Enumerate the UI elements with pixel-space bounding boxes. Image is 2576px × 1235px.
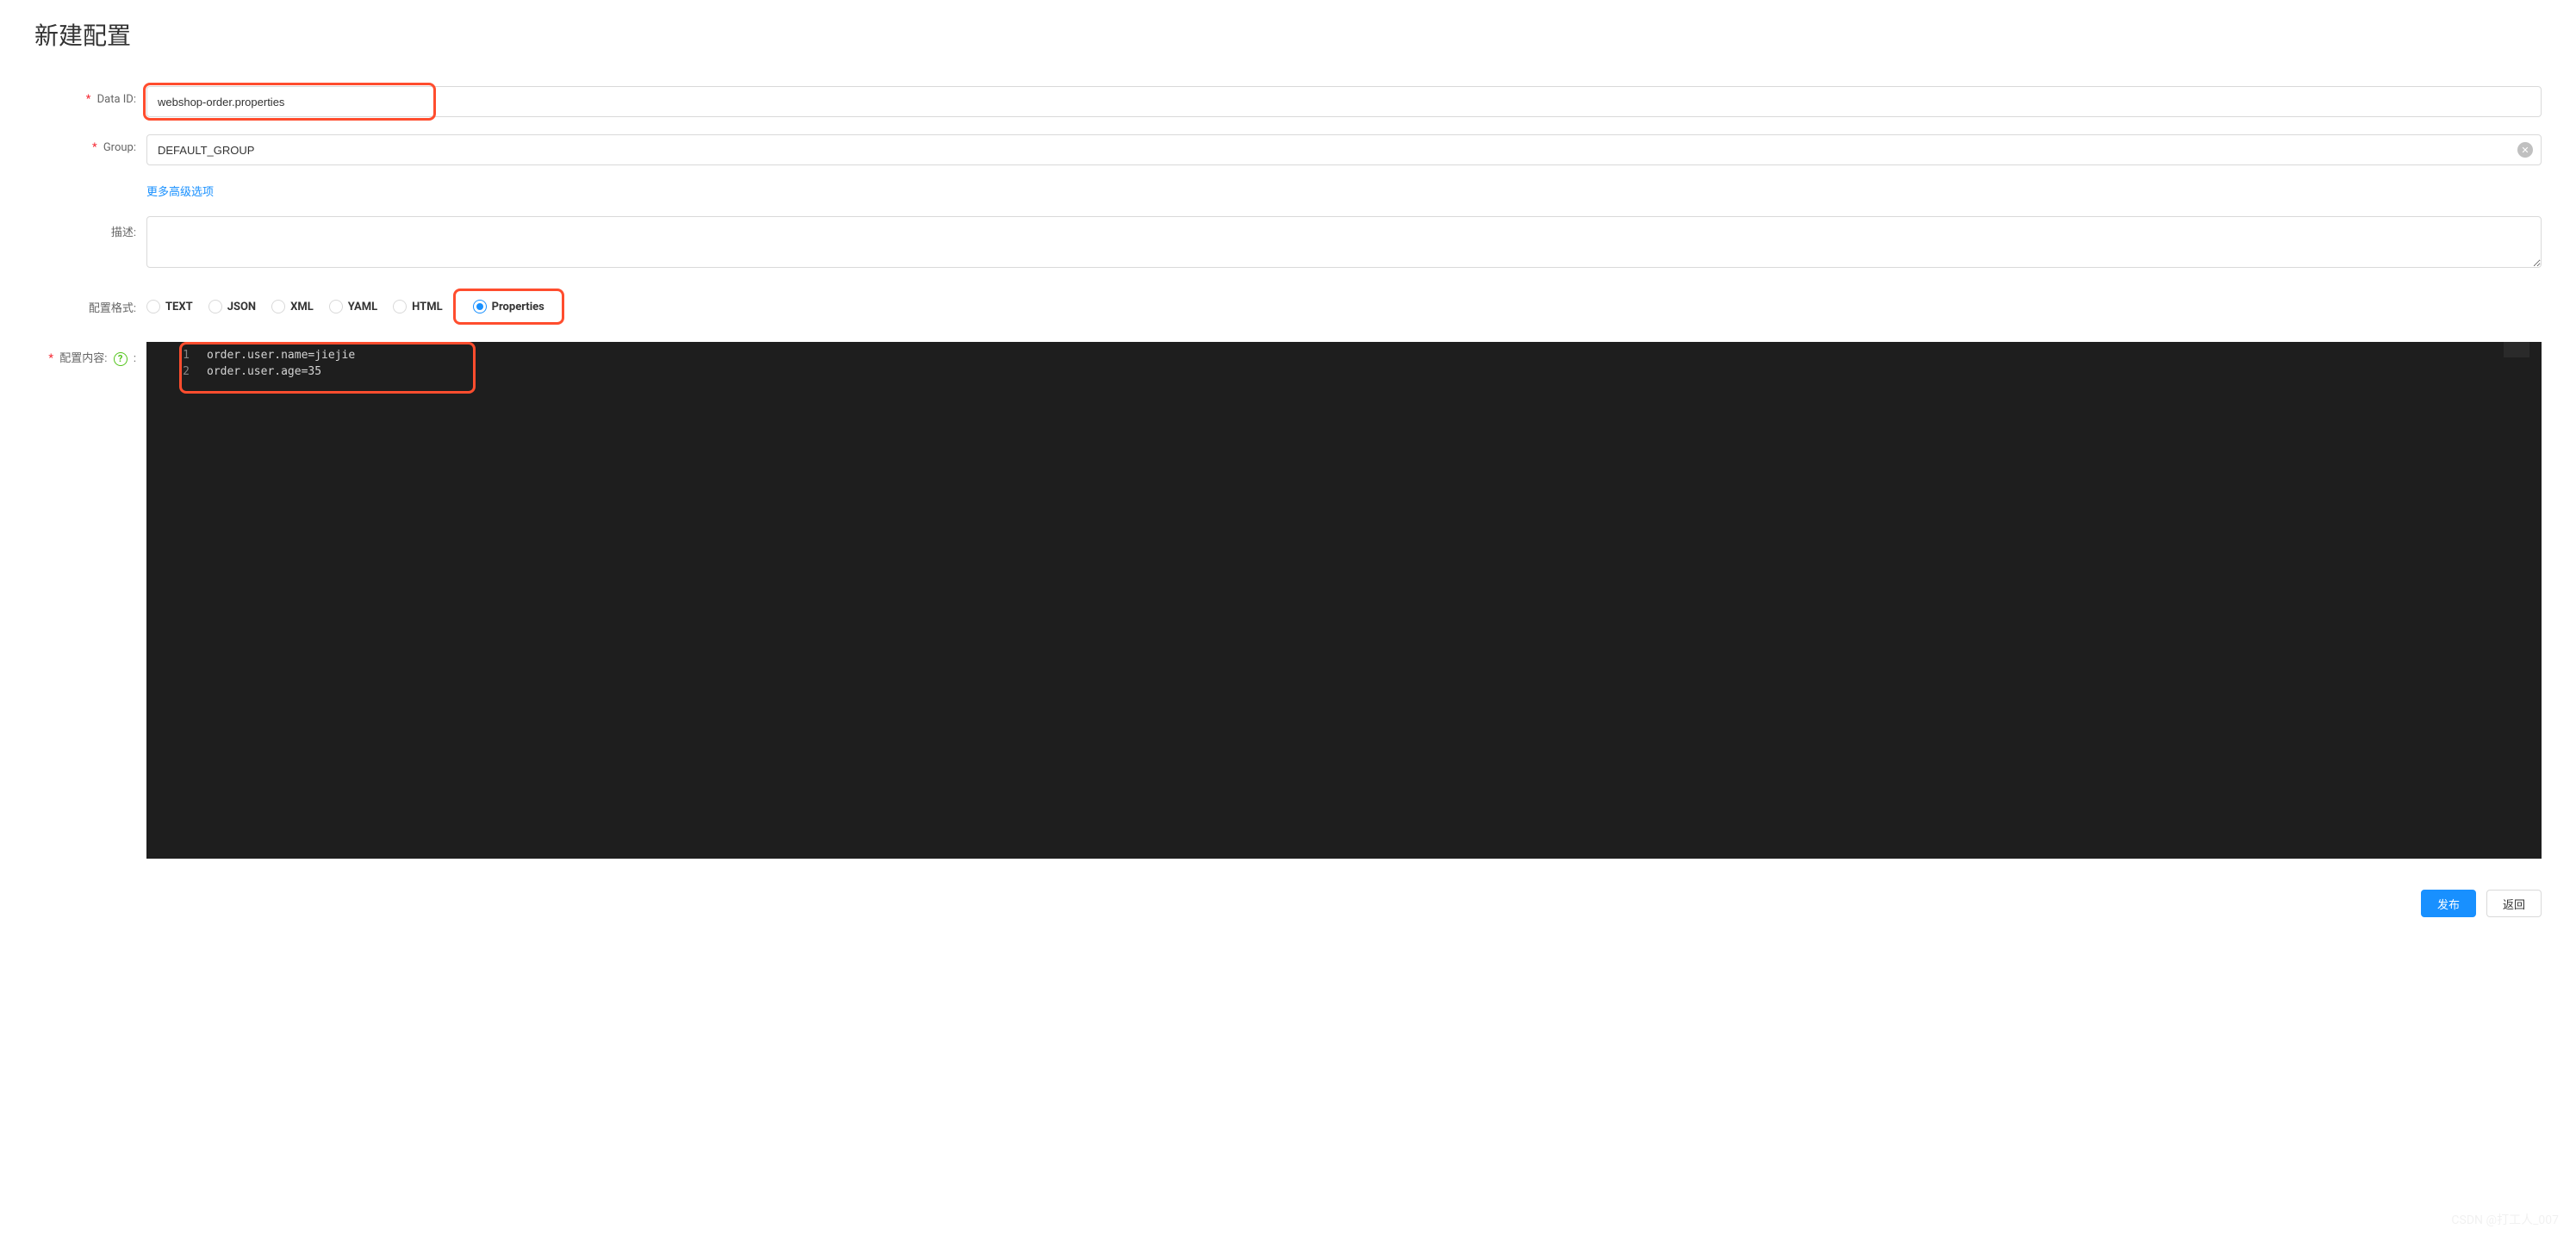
format-radio-text[interactable]: TEXT <box>146 300 193 313</box>
content-label-colon: : <box>134 352 136 365</box>
editor-gutter: 12 <box>146 342 198 859</box>
content-label-text: 配置内容: <box>59 352 107 365</box>
format-radio-properties[interactable]: Properties <box>453 289 564 325</box>
code-line: order.user.age=35 <box>198 363 2504 380</box>
format-radio-json[interactable]: JSON <box>208 300 256 313</box>
radio-label-text: TEXT <box>165 301 193 313</box>
radio-label-text: XML <box>290 301 314 313</box>
page-title: 新建配置 <box>34 17 2542 52</box>
watermark: CSDN @打工人_007 <box>2451 1211 2559 1228</box>
gutter-line-number: 2 <box>146 363 190 380</box>
editor-scrollbar[interactable] <box>2529 342 2542 859</box>
required-marker: * <box>48 352 53 365</box>
radio-label-text: JSON <box>227 301 256 313</box>
description-label-text: 描述: <box>111 227 136 239</box>
content-label: * 配置内容: ? : <box>34 342 146 366</box>
radio-circle-icon <box>146 300 160 313</box>
editor-minimap[interactable] <box>2504 342 2529 859</box>
group-input[interactable] <box>146 134 2542 165</box>
data-id-input[interactable] <box>146 86 2542 117</box>
data-id-label: * Data ID: <box>34 86 146 106</box>
required-marker: * <box>86 93 91 106</box>
description-label: 描述: <box>34 216 146 239</box>
help-icon[interactable]: ? <box>114 352 128 366</box>
description-textarea[interactable] <box>146 216 2542 268</box>
radio-label-text: YAML <box>348 301 377 313</box>
format-label: 配置格式: <box>34 299 146 315</box>
publish-button[interactable]: 发布 <box>2421 890 2476 917</box>
format-radio-group: TEXT JSON XML YAML HTML Properties <box>146 289 2542 325</box>
data-id-label-text: Data ID: <box>97 93 136 106</box>
footer-actions: 发布 返回 <box>34 876 2542 931</box>
back-button[interactable]: 返回 <box>2486 890 2542 917</box>
radio-circle-icon <box>329 300 343 313</box>
radio-circle-icon <box>208 300 222 313</box>
advanced-options-link[interactable]: 更多高级选项 <box>146 186 214 199</box>
radio-circle-icon <box>393 300 407 313</box>
editor-content[interactable]: order.user.name=jiejieorder.user.age=35 <box>198 342 2504 859</box>
format-radio-html[interactable]: HTML <box>393 300 442 313</box>
format-radio-xml[interactable]: XML <box>271 300 314 313</box>
radio-circle-icon <box>473 300 487 313</box>
required-marker: * <box>92 141 97 154</box>
format-label-text: 配置格式: <box>89 302 136 315</box>
group-label: * Group: <box>34 134 146 154</box>
radio-label-text: HTML <box>412 301 442 313</box>
radio-label-text: Properties <box>492 301 544 313</box>
radio-circle-icon <box>271 300 285 313</box>
gutter-line-number: 1 <box>146 347 190 363</box>
code-editor[interactable]: 12 order.user.name=jiejieorder.user.age=… <box>146 342 2542 859</box>
code-line: order.user.name=jiejie <box>198 347 2504 363</box>
format-radio-yaml[interactable]: YAML <box>329 300 377 313</box>
group-label-text: Group: <box>103 141 136 154</box>
group-clear-icon[interactable]: ✕ <box>2517 142 2533 158</box>
